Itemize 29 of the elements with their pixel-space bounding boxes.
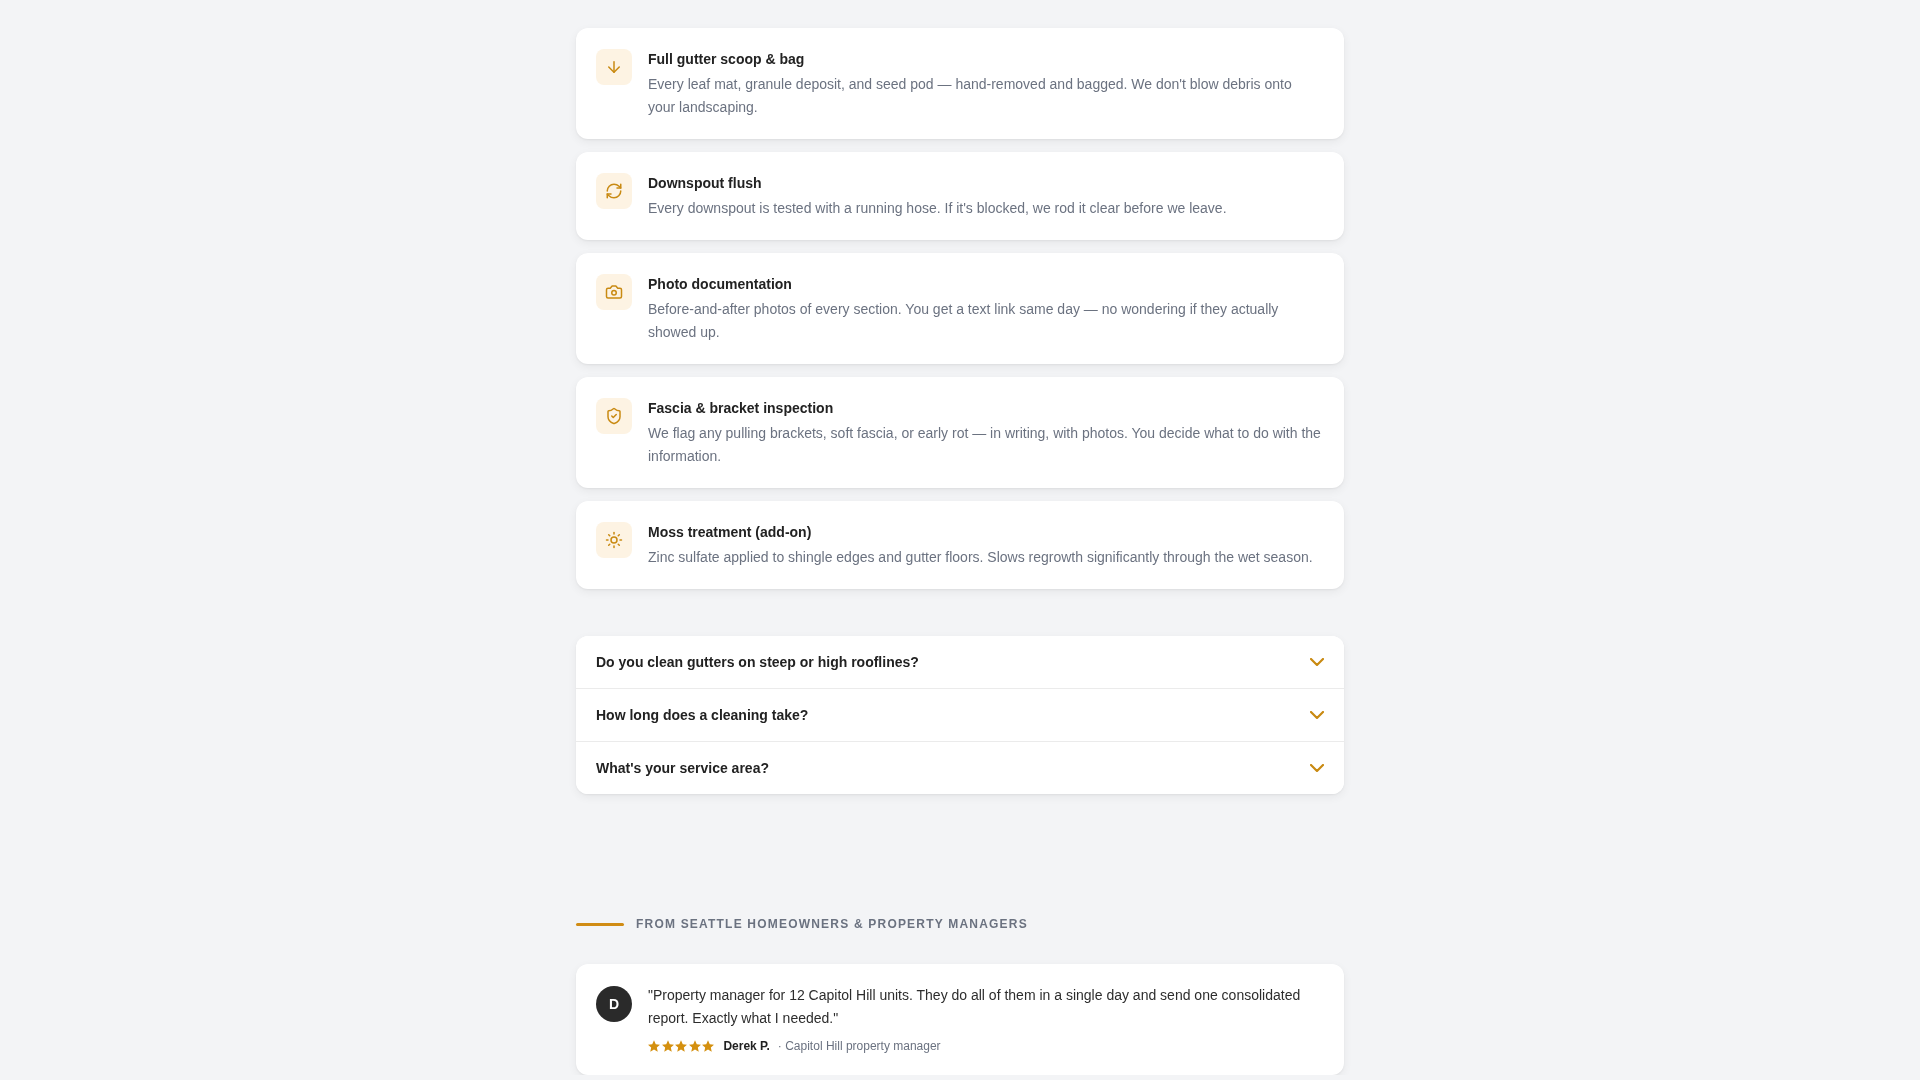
faq-question[interactable]: How long does a cleaning take? [576, 688, 1344, 741]
service-title: Moss treatment (add-on) [648, 523, 812, 542]
star-icon [688, 1040, 701, 1052]
camera-icon [596, 274, 632, 310]
faq-question[interactable]: What's your service area? [576, 741, 1344, 794]
testimonial-quote: "Property manager for 12 Capitol Hill units. They do all of them in a single day and send one consolidated report. Exactly what I needed." [648, 986, 1302, 1028]
service-description: Every leaf mat, granule deposit, and seed pod — hand-removed and bagged. We don't blow debris onto your landscaping. [648, 75, 1293, 117]
sun-icon [596, 522, 632, 558]
refresh-icon [596, 173, 632, 209]
service-title: Photo documentation [648, 275, 792, 294]
shield-check-icon [596, 398, 632, 434]
service-description: Zinc sulfate applied to shingle edges and gutter floors. Slows regrowth significantly through the wet season. [648, 548, 1313, 567]
arrow-down-icon [596, 49, 632, 85]
star-icon [675, 1040, 688, 1052]
star-icon [702, 1040, 715, 1052]
service-description: We flag any pulling brackets, soft fascia, or early rot — in writing, with photos. You decide what to do with the information. [648, 424, 1322, 466]
service-description: Before-and-after photos of every section. You get a text link same day — no wondering if they actually showed up. [648, 300, 1280, 342]
avatar: D [596, 986, 632, 1022]
service-title: Fascia & bracket inspection [648, 399, 834, 418]
star-icon [648, 1040, 660, 1052]
star-icon [661, 1040, 674, 1052]
service-description: Every downspout is tested with a running hose. If it's blocked, we rod it clear before we leave. [648, 199, 1227, 218]
accent-bar [576, 922, 624, 926]
service-title: Full gutter scoop & bag [648, 50, 805, 69]
reviewer-role: · Capitol Hill property manager [777, 1038, 941, 1055]
reviewer-name: Derek P. [723, 1038, 770, 1055]
service-title: Downspout flush [648, 174, 762, 193]
section-heading: FROM SEATTLE HOMEOWNERS & PROPERTY MANAGERS [636, 916, 1028, 932]
faq-question[interactable]: Do you clean gutters on steep or high rooflines? [576, 636, 1344, 688]
